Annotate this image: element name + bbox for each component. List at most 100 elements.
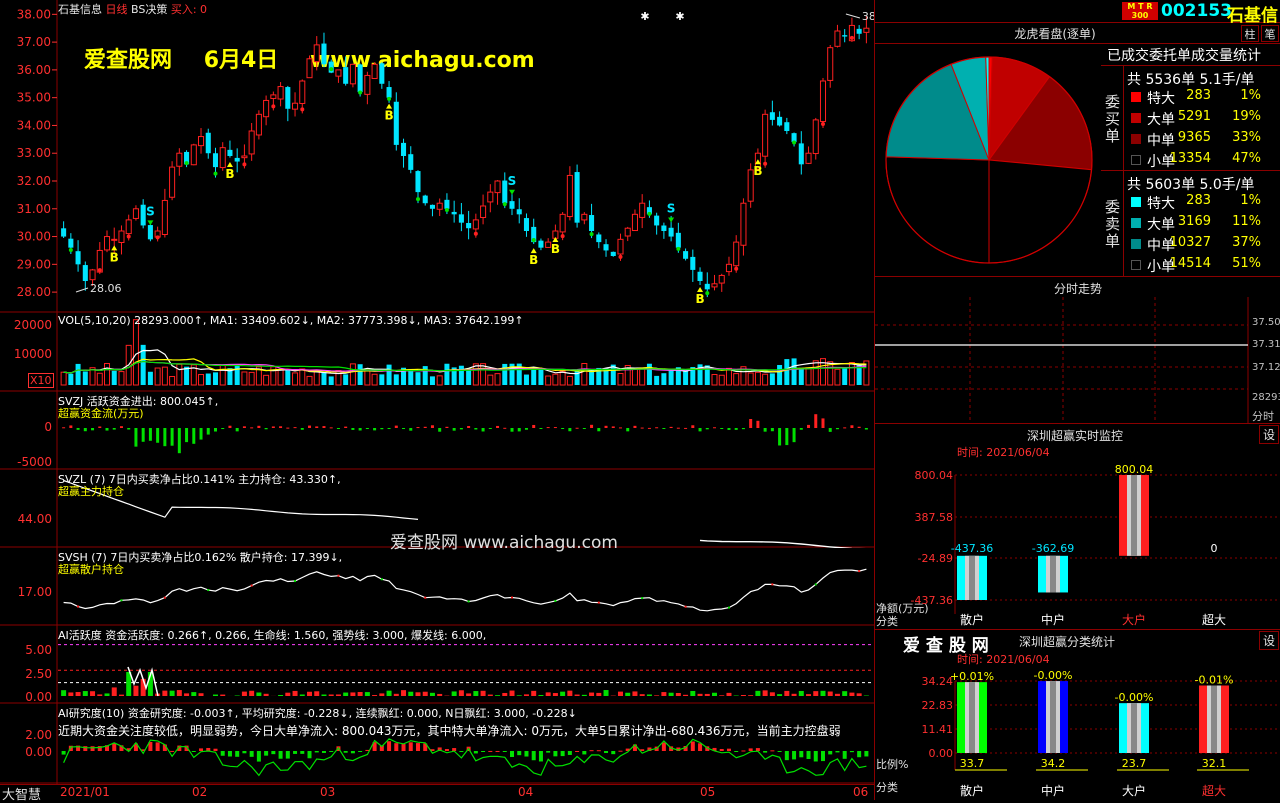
activity-bar bbox=[387, 691, 392, 696]
signal-dot bbox=[242, 162, 246, 166]
candle-body-down bbox=[784, 122, 789, 131]
signal-dot bbox=[561, 234, 565, 238]
flow-bar-in bbox=[843, 427, 846, 428]
monitor-y-tick: 800.04 bbox=[915, 469, 954, 482]
sell-marker: S bbox=[508, 174, 517, 188]
retail-marker bbox=[424, 597, 426, 599]
volume-bar-down bbox=[112, 371, 117, 385]
category-top-label: -0.00% bbox=[1034, 669, 1073, 682]
buy-summary: 共 5536单 5.1手/单 bbox=[1127, 69, 1255, 89]
activity-bar bbox=[792, 694, 797, 696]
volume-bar-down bbox=[502, 364, 507, 385]
intraday-label-2: 37.12 bbox=[1252, 362, 1280, 373]
volume-bar-up bbox=[61, 372, 66, 385]
svsh-y-17: 17.00 bbox=[0, 585, 52, 599]
activity-bar bbox=[661, 692, 666, 696]
volume-bar-down bbox=[430, 376, 435, 385]
svzl-panel[interactable]: SVZL (7) 7日内买卖净占比0.141% 主力持仓: 43.330↑, 超… bbox=[0, 470, 874, 548]
main-chart-panel[interactable]: 石基信息 日线 BS决策 买入: 0 爱查股网 6月4日 www.aichagu… bbox=[0, 0, 874, 313]
research-bar bbox=[539, 751, 543, 761]
volume-bar-up bbox=[582, 364, 587, 385]
volume-bar-down bbox=[379, 374, 384, 385]
activity-bar bbox=[83, 691, 88, 696]
research-bar bbox=[618, 751, 622, 752]
activity-bar bbox=[278, 695, 283, 696]
candle-body-up bbox=[488, 192, 493, 202]
flow-bar-in bbox=[691, 425, 694, 428]
activity-bar bbox=[170, 691, 175, 696]
category-panel[interactable]: 爱 查 股 网 深圳超赢分类统计 设 时间: 2021/06/04 34.242… bbox=[875, 630, 1280, 800]
sell-row-pct: 1% bbox=[1211, 193, 1261, 208]
volume-bar-up bbox=[560, 371, 565, 385]
volume-bar-down bbox=[76, 364, 81, 385]
sell-row-qty: 14514 bbox=[1161, 256, 1211, 271]
candle-body-up bbox=[495, 181, 500, 193]
flow-bar-in bbox=[243, 426, 246, 428]
brand-label: 大智慧 bbox=[2, 784, 41, 803]
intraday-chart[interactable] bbox=[875, 297, 1280, 423]
research-bar bbox=[293, 751, 297, 754]
flow-bar-in bbox=[250, 427, 253, 428]
flow-bar-out bbox=[192, 428, 195, 444]
activity-bar bbox=[184, 693, 189, 696]
pie-panel: 龙虎看盘(逐单) 柱 笔 已成交委托单成交量统计 委买单 共 5536单 5.1… bbox=[875, 23, 1280, 277]
activity-bar bbox=[777, 694, 782, 696]
flow-bar-out bbox=[236, 428, 239, 431]
svsh-panel[interactable]: SVSH (7) 7日内买卖净占比0.162% 散户持仓: 17.399↓, 超… bbox=[0, 548, 874, 626]
category-x-unit: 分类 bbox=[876, 779, 898, 795]
research-bar bbox=[387, 741, 391, 751]
candle-body-up bbox=[112, 239, 117, 240]
monitor-panel[interactable]: 深圳超赢实时监控 设 时间: 2021/06/04 800.04387.58-2… bbox=[875, 424, 1280, 630]
monitor-bar-label: 超大 bbox=[1202, 612, 1226, 627]
flow-bar-out bbox=[380, 428, 383, 429]
flow-bar-out bbox=[388, 428, 391, 429]
ai-y-5: 5.00 bbox=[0, 643, 52, 657]
ai-research-panel[interactable]: AI研究度(10) 资金研究度: -0.003↑, 平均研究度: -0.228↓… bbox=[0, 704, 874, 784]
research-bar bbox=[192, 751, 196, 752]
sell-divider bbox=[1123, 171, 1124, 276]
candle-body-up bbox=[104, 237, 109, 250]
monitor-bar-label: 中户 bbox=[1041, 612, 1065, 627]
retail-position-line bbox=[64, 569, 867, 611]
candle-body-down bbox=[690, 257, 695, 270]
candlestick-chart[interactable]: 38.0037.0036.0035.0034.0033.0032.0031.00… bbox=[0, 0, 874, 313]
flow-bar-out bbox=[727, 428, 730, 430]
candle-body-down bbox=[444, 200, 449, 209]
activity-bar bbox=[459, 690, 464, 696]
ai-activity-panel[interactable]: AI活跃度 资金活跃度: 0.266↑, 0.266, 生命线: 1.560, … bbox=[0, 626, 874, 704]
btn-bi[interactable]: 笔 bbox=[1261, 25, 1279, 42]
volume-panel[interactable]: VOL(5,10,20) 28293.000↑, MA1: 33409.602↓… bbox=[0, 313, 874, 392]
retail-marker bbox=[554, 600, 556, 602]
flow-bar-in bbox=[655, 427, 658, 428]
vol-unit-badge: X10 bbox=[28, 373, 54, 388]
flow-bar-in bbox=[684, 428, 687, 429]
signal-dot bbox=[532, 238, 536, 242]
candle-body-up bbox=[582, 214, 587, 220]
btn-zhu[interactable]: 柱 bbox=[1241, 25, 1259, 42]
volume-bar-down bbox=[792, 358, 797, 385]
signal-dot bbox=[590, 232, 594, 236]
signal-dot bbox=[676, 247, 680, 251]
retail-marker bbox=[120, 599, 122, 601]
candle-body-up bbox=[719, 275, 724, 283]
signal-dot bbox=[734, 267, 738, 271]
volume-bar-up bbox=[726, 368, 731, 385]
volume-bar-up bbox=[119, 372, 124, 385]
activity-bar bbox=[538, 695, 543, 696]
flow-bar-out bbox=[800, 428, 803, 430]
svzj-panel[interactable]: SVZJ 活跃资金进出: 800.045↑, 超赢资金流(万元) 0 -5000 bbox=[0, 392, 874, 470]
x-tick-05: 05 bbox=[700, 785, 715, 799]
activity-bar bbox=[76, 692, 81, 696]
signal-dot bbox=[503, 202, 507, 206]
monitor-y-tick: -24.89 bbox=[918, 552, 953, 565]
sell-row-qty: 3169 bbox=[1161, 214, 1211, 229]
candle-body-down bbox=[76, 251, 81, 264]
intraday-panel[interactable]: 分时走势 37.50 37.31 37.12 28293 分时 bbox=[875, 277, 1280, 424]
research-bar bbox=[488, 751, 492, 752]
activity-bar bbox=[517, 695, 522, 696]
category-bottom-label: 33.7 bbox=[960, 757, 985, 770]
research-bar bbox=[322, 751, 326, 753]
candle-body-down bbox=[538, 241, 543, 248]
retail-marker bbox=[641, 597, 643, 599]
research-avg-line bbox=[64, 739, 867, 776]
